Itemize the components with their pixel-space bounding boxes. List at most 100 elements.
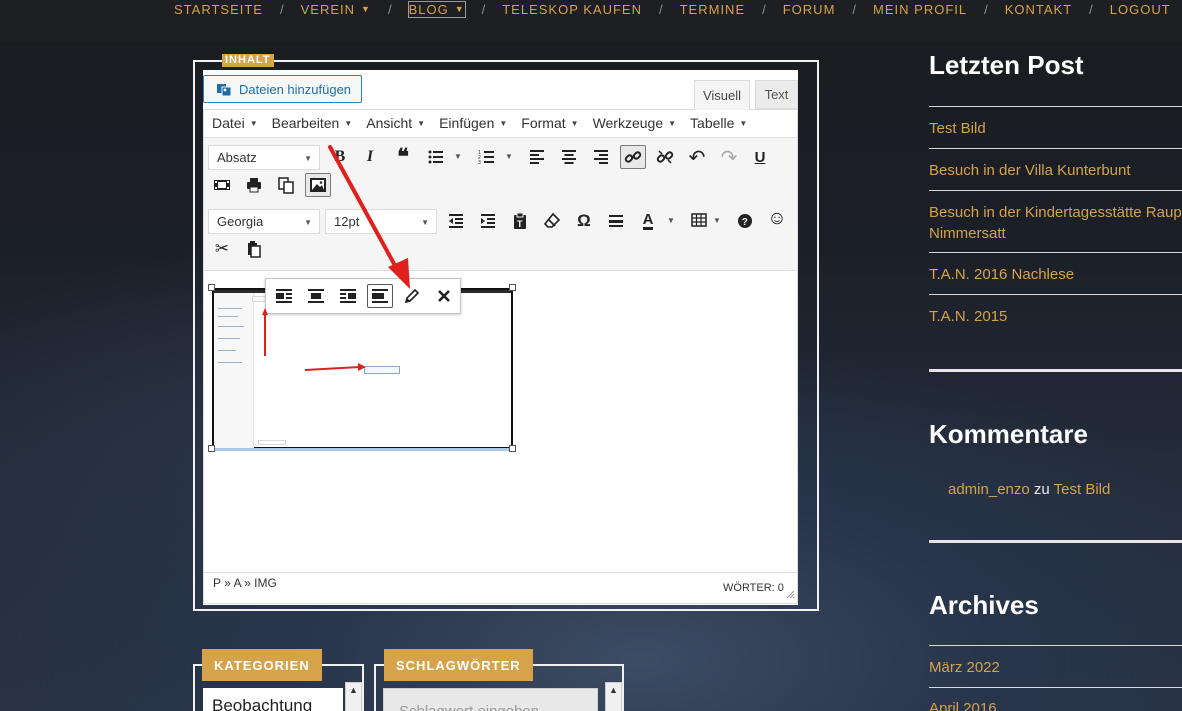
indent-icon[interactable] bbox=[475, 209, 501, 233]
outdent-icon[interactable] bbox=[443, 209, 469, 233]
numbered-list-icon[interactable]: 123 bbox=[474, 145, 500, 169]
menu-tabelle[interactable]: Tabelle ▼ bbox=[690, 115, 747, 131]
divider bbox=[929, 190, 1182, 191]
nav-termine[interactable]: TERMINE bbox=[680, 2, 746, 17]
nav-kontakt[interactable]: KONTAKT bbox=[1005, 2, 1072, 17]
nav-mein-profil[interactable]: MEIN PROFIL bbox=[873, 2, 967, 17]
horizontal-rule-icon[interactable] bbox=[603, 209, 629, 233]
thumbnail-button bbox=[364, 366, 400, 374]
resize-grip-icon[interactable] bbox=[786, 590, 795, 599]
link-icon[interactable] bbox=[620, 145, 646, 169]
scroll-up-icon[interactable]: ▲ bbox=[606, 683, 621, 697]
paste-text-icon[interactable]: T bbox=[507, 209, 533, 233]
nav-blog[interactable]: BLOG ▼ bbox=[407, 0, 466, 18]
menu-label: Tabelle bbox=[690, 115, 735, 131]
categories-scrollbar[interactable]: ▲ bbox=[345, 682, 362, 711]
table-svg bbox=[691, 213, 707, 227]
align-image-none-icon[interactable] bbox=[367, 284, 393, 308]
align-image-center-svg bbox=[308, 289, 324, 303]
menu-label: Bearbeiten bbox=[271, 115, 340, 131]
align-right-icon[interactable] bbox=[588, 145, 614, 169]
add-media-button[interactable]: Dateien hinzufügen bbox=[203, 75, 362, 103]
underline-icon[interactable]: U bbox=[747, 145, 773, 169]
archive-link[interactable]: März 2022 bbox=[929, 659, 1000, 676]
recent-post-link-continued[interactable]: Nimmersatt bbox=[929, 225, 1006, 242]
archive-link[interactable]: April 2016 bbox=[929, 700, 997, 711]
resize-handle[interactable] bbox=[208, 445, 215, 452]
remove-image-icon[interactable] bbox=[431, 284, 457, 308]
menu-format[interactable]: Format ▼ bbox=[521, 115, 578, 131]
omega-icon[interactable]: Ω bbox=[571, 209, 597, 233]
scroll-up-icon[interactable]: ▲ bbox=[346, 683, 361, 697]
unlink-icon[interactable] bbox=[652, 145, 678, 169]
recent-post-link[interactable]: T.A.N. 2016 Nachlese bbox=[929, 266, 1074, 283]
comments-title: Kommentare bbox=[929, 419, 1088, 449]
menu-datei[interactable]: Datei ▼ bbox=[212, 115, 258, 131]
copy-icon[interactable] bbox=[273, 173, 299, 197]
emoji-icon[interactable]: ☺ bbox=[764, 207, 790, 231]
format-select[interactable]: Absatz ▼ bbox=[208, 145, 320, 170]
menu-label: Ansicht bbox=[366, 115, 413, 131]
image-selection-bar bbox=[214, 448, 511, 451]
recent-post-link[interactable]: Besuch in der Villa Kunterbunt bbox=[929, 162, 1131, 179]
edit-pencil-icon[interactable] bbox=[399, 284, 425, 308]
tab-text[interactable]: Text bbox=[755, 80, 798, 109]
divider bbox=[929, 645, 1182, 646]
resize-handle[interactable] bbox=[509, 445, 516, 452]
nav-logout[interactable]: LOGOUT bbox=[1110, 2, 1171, 17]
menu-label: Werkzeuge bbox=[592, 115, 664, 131]
italic-icon[interactable]: I bbox=[357, 145, 383, 169]
tab-visual[interactable]: Visuell bbox=[694, 80, 750, 110]
align-image-left-icon[interactable] bbox=[271, 284, 297, 308]
cut-icon[interactable]: ✂ bbox=[209, 237, 235, 261]
nav-teleskop-kaufen[interactable]: TELESKOP KAUFEN bbox=[502, 2, 642, 17]
category-item[interactable]: Beobachtung bbox=[212, 696, 312, 711]
help-icon[interactable]: ? bbox=[732, 209, 758, 233]
table-icon[interactable] bbox=[686, 208, 712, 232]
caret-down-icon[interactable]: ▼ bbox=[505, 152, 513, 161]
caret-down-icon[interactable]: ▼ bbox=[713, 216, 721, 225]
resize-handle[interactable] bbox=[509, 284, 516, 291]
nav-startseite[interactable]: STARTSEITE bbox=[174, 2, 263, 17]
nav-forum[interactable]: FORUM bbox=[783, 2, 836, 17]
menu-einfuegen[interactable]: Einfügen ▼ bbox=[439, 115, 507, 131]
bold-icon[interactable]: B bbox=[327, 145, 353, 169]
menu-ansicht[interactable]: Ansicht ▼ bbox=[366, 115, 425, 131]
align-center-icon[interactable] bbox=[556, 145, 582, 169]
redo-icon[interactable]: ↷ bbox=[716, 145, 742, 169]
bullet-list-icon[interactable] bbox=[423, 145, 449, 169]
paste-icon[interactable] bbox=[241, 237, 267, 261]
recent-post-link[interactable]: Besuch in der Kindertagesstätte Raupe bbox=[929, 204, 1182, 221]
image-icon[interactable] bbox=[305, 173, 331, 197]
font-size-select[interactable]: 12pt ▼ bbox=[325, 209, 437, 234]
format-select-value: Absatz bbox=[217, 150, 257, 165]
text-color-icon[interactable]: A bbox=[635, 209, 661, 233]
undo-icon[interactable]: ↶ bbox=[684, 145, 710, 169]
resize-handle[interactable] bbox=[208, 284, 215, 291]
print-icon[interactable] bbox=[241, 173, 267, 197]
caret-down-icon[interactable]: ▼ bbox=[667, 216, 675, 225]
menu-bearbeiten[interactable]: Bearbeiten ▼ bbox=[272, 115, 353, 131]
align-left-icon[interactable] bbox=[524, 145, 550, 169]
bullet-list-svg bbox=[428, 150, 443, 164]
align-image-center-icon[interactable] bbox=[303, 284, 329, 308]
tag-input[interactable]: Schlagwort eingeben bbox=[383, 688, 598, 711]
align-image-right-icon[interactable] bbox=[335, 284, 361, 308]
comment-author-link[interactable]: admin_enzo bbox=[948, 481, 1030, 498]
categories-list[interactable]: Beobachtung bbox=[203, 688, 343, 711]
thumbnail-line bbox=[218, 362, 242, 363]
menu-werkzeuge[interactable]: Werkzeuge ▼ bbox=[593, 115, 676, 131]
recent-post-link[interactable]: Test Bild bbox=[929, 120, 986, 137]
film-icon[interactable] bbox=[209, 173, 235, 197]
caret-down-icon[interactable]: ▼ bbox=[454, 152, 462, 161]
align-image-right-svg bbox=[340, 289, 356, 303]
blockquote-icon[interactable]: ❝ bbox=[390, 144, 416, 169]
recent-post-link[interactable]: T.A.N. 2015 bbox=[929, 308, 1007, 325]
text-color-glyph: A bbox=[642, 211, 654, 230]
comment-post-link[interactable]: Test Bild bbox=[1054, 481, 1111, 498]
tags-scrollbar[interactable]: ▲ bbox=[605, 682, 622, 711]
link-svg bbox=[624, 151, 642, 163]
eraser-icon[interactable] bbox=[539, 209, 565, 233]
nav-verein[interactable]: VEREIN ▼ bbox=[301, 2, 371, 17]
font-family-select[interactable]: Georgia ▼ bbox=[208, 209, 320, 234]
